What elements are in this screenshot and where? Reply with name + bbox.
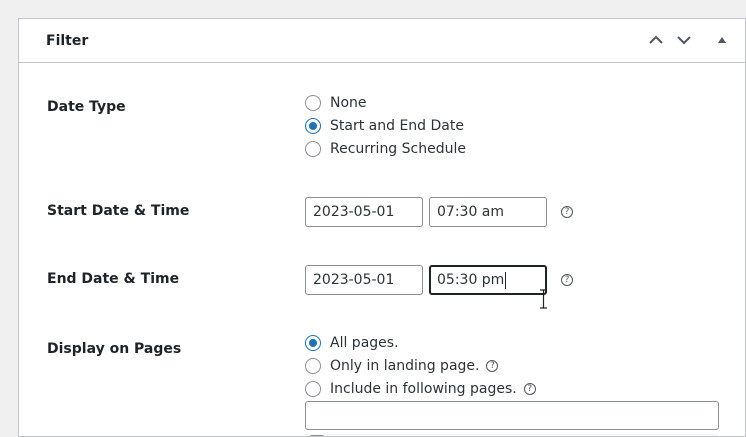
toggle-panel-button[interactable]	[711, 29, 733, 51]
include-help-icon[interactable]: ?	[523, 383, 536, 395]
radio-none-label: None	[330, 95, 367, 111]
move-down-button[interactable]	[673, 29, 695, 51]
end-help-icon[interactable]: ?	[561, 274, 573, 286]
radio-none[interactable]	[305, 95, 321, 111]
date-type-option-recurring[interactable]: Recurring Schedule	[305, 139, 466, 159]
chevron-up-icon	[649, 35, 663, 44]
end-date-value: 2023-05-01	[313, 272, 395, 288]
triangle-up-icon	[718, 37, 726, 43]
end-date-time-label: End Date & Time	[47, 271, 180, 287]
pages-input[interactable]	[305, 401, 719, 430]
radio-landing-page[interactable]	[305, 358, 321, 374]
display-option-include[interactable]: Include in following pages. ?	[305, 379, 536, 399]
chevron-down-icon	[677, 36, 691, 45]
radio-start-end-label: Start and End Date	[330, 118, 464, 134]
radio-landing-page-label: Only in landing page.	[330, 358, 480, 374]
radio-all-pages[interactable]	[305, 335, 321, 351]
radio-recurring[interactable]	[305, 141, 321, 157]
start-date-time-label: Start Date & Time	[47, 203, 190, 219]
radio-include-pages-label: Include in following pages.	[330, 381, 517, 397]
end-date-input[interactable]: 2023-05-01	[305, 265, 423, 295]
landing-help-icon[interactable]: ?	[486, 360, 499, 372]
date-type-label: Date Type	[47, 99, 126, 115]
start-help-icon[interactable]: ?	[561, 206, 573, 218]
filter-panel: Filter Date Type None Start and End Date…	[18, 18, 746, 437]
text-cursor-icon	[540, 289, 547, 309]
display-pages-label: Display on Pages	[47, 341, 182, 357]
display-option-all[interactable]: All pages.	[305, 333, 399, 353]
radio-all-pages-label: All pages.	[330, 335, 399, 351]
end-time-value: 05:30 pm	[437, 272, 505, 288]
start-time-input[interactable]: 07:30 am	[429, 197, 547, 227]
radio-include-pages[interactable]	[305, 381, 321, 397]
date-type-option-start-end[interactable]: Start and End Date	[305, 116, 464, 136]
radio-recurring-label: Recurring Schedule	[330, 141, 466, 157]
text-caret	[505, 271, 507, 289]
panel-header: Filter	[19, 19, 745, 63]
end-time-input[interactable]: 05:30 pm	[429, 265, 547, 295]
display-option-landing[interactable]: Only in landing page. ?	[305, 356, 499, 376]
start-time-value: 07:30 am	[437, 204, 505, 220]
move-up-button[interactable]	[645, 29, 667, 51]
start-date-input[interactable]: 2023-05-01	[305, 197, 423, 227]
radio-start-end[interactable]	[305, 118, 321, 134]
panel-title: Filter	[46, 33, 89, 49]
start-date-value: 2023-05-01	[313, 204, 395, 220]
date-type-option-none[interactable]: None	[305, 93, 367, 113]
